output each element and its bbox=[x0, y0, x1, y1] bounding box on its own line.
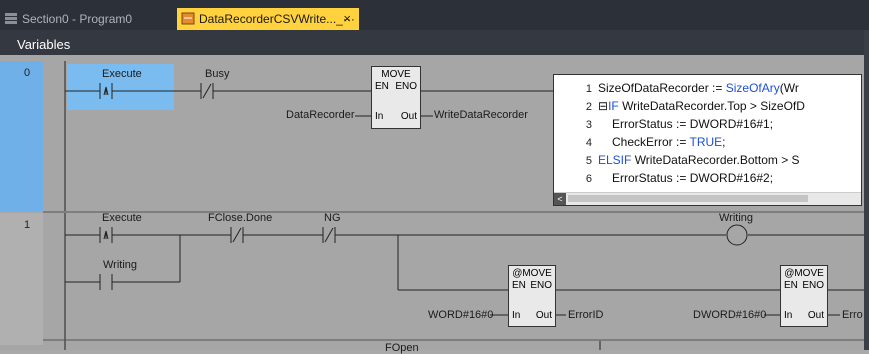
code-text: ErrorStatus := DWORD#16#1; bbox=[612, 117, 774, 131]
move-output-variable[interactable]: Erro bbox=[842, 309, 863, 321]
contact-busy-label: Busy bbox=[205, 68, 230, 80]
contact-execute-label: Execute bbox=[102, 68, 142, 80]
contact-execute[interactable] bbox=[96, 225, 116, 245]
next-rung-label: FOpen bbox=[385, 342, 419, 354]
code-text: ; bbox=[722, 135, 726, 149]
function-block-icon bbox=[181, 12, 195, 25]
out-pin: Out bbox=[535, 310, 552, 321]
code-keyword: TRUE bbox=[689, 135, 723, 149]
contact-execute-label: Execute bbox=[102, 212, 142, 224]
line-number: 1 bbox=[585, 83, 592, 95]
line-number: 4 bbox=[585, 137, 592, 149]
tab-datarecordercsvwrite[interactable]: DataRecorderCSVWrite..._··· × bbox=[177, 8, 359, 30]
contact-ng-label: NG bbox=[324, 212, 341, 224]
eno-pin: ENO bbox=[802, 280, 824, 291]
line-number: 5 bbox=[585, 155, 592, 167]
inline-st-editor[interactable]: 1 SizeOfDataRecorder := SizeOfAry(Wr 2 ⊟IF… bbox=[553, 74, 862, 206]
move-block-errorid[interactable]: @MOVE EN ENO In Out bbox=[508, 265, 556, 327]
in-pin: In bbox=[512, 310, 521, 321]
move-input-variable[interactable]: DWORD#16#0 bbox=[693, 309, 766, 321]
code-keyword: SizeOfAry bbox=[725, 81, 780, 95]
move-output-variable[interactable]: ErrorID bbox=[568, 309, 603, 321]
contact-fclose-done-label: FClose.Done bbox=[208, 212, 273, 224]
eno-pin: ENO bbox=[395, 81, 417, 92]
out-pin: Out bbox=[807, 310, 824, 321]
scroll-left-icon[interactable]: < bbox=[554, 193, 566, 205]
code-keyword: IF bbox=[608, 99, 619, 113]
line-number: 3 bbox=[585, 119, 592, 131]
variables-label: Variables bbox=[17, 37, 71, 52]
move-input-variable[interactable]: WORD#16#0 bbox=[428, 309, 493, 321]
program-icon bbox=[5, 13, 17, 24]
code-text: CheckError := bbox=[612, 135, 690, 149]
st-line: 6 ErrorStatus := DWORD#16#2; bbox=[562, 170, 805, 188]
contact-writing[interactable] bbox=[96, 272, 116, 292]
code-text: WriteDataRecorder.Top > SizeOfD bbox=[618, 99, 805, 113]
editor-tab-bar: Section0 - Program0 DataRecorderCSVWrite… bbox=[0, 0, 869, 30]
collapse-icon[interactable]: ⊟ bbox=[598, 99, 608, 113]
code-text: (Wr bbox=[779, 81, 799, 95]
block-title: @MOVE bbox=[784, 268, 824, 279]
code-text: ErrorStatus := DWORD#16#2; bbox=[612, 171, 774, 185]
contact-ng[interactable] bbox=[319, 225, 339, 245]
contact-fclose-done[interactable] bbox=[227, 225, 247, 245]
st-line: 1 SizeOfDataRecorder := SizeOfAry(Wr bbox=[562, 80, 805, 98]
tab-section0-program0[interactable]: Section0 - Program0 bbox=[0, 8, 172, 30]
variables-panel-header[interactable]: Variables bbox=[0, 30, 864, 55]
move-block[interactable]: MOVE EN ENO In Out bbox=[371, 66, 421, 129]
out-pin: Out bbox=[400, 111, 417, 122]
horizontal-scrollbar[interactable]: < bbox=[554, 192, 861, 205]
st-code: 1 SizeOfDataRecorder := SizeOfAry(Wr 2 ⊟IF… bbox=[562, 80, 805, 188]
in-pin: In bbox=[784, 310, 793, 321]
line-number: 6 bbox=[585, 173, 592, 185]
move-input-variable[interactable]: DataRecorder bbox=[286, 109, 354, 121]
move-block-errorstatus[interactable]: @MOVE EN ENO In Out bbox=[780, 265, 828, 327]
tab-label: DataRecorderCSVWrite..._··· bbox=[199, 12, 355, 26]
code-text: SizeOfDataRecorder := bbox=[598, 81, 726, 95]
line-number: 2 bbox=[585, 101, 592, 113]
st-line: 3 ErrorStatus := DWORD#16#1; bbox=[562, 116, 805, 134]
code-keyword: ELSIF bbox=[598, 153, 632, 167]
eno-pin: ENO bbox=[530, 280, 552, 291]
code-text: WriteDataRecorder.Bottom > S bbox=[631, 153, 800, 167]
en-pin: EN bbox=[784, 280, 798, 291]
en-pin: EN bbox=[375, 81, 389, 92]
contact-execute[interactable] bbox=[96, 81, 116, 101]
block-title: MOVE bbox=[381, 69, 411, 80]
contact-busy[interactable] bbox=[197, 81, 217, 101]
st-line: 5 ELSIF WriteDataRecorder.Bottom > S bbox=[562, 152, 805, 170]
move-output-variable[interactable]: WriteDataRecorder bbox=[434, 109, 528, 121]
in-pin: In bbox=[375, 111, 384, 122]
st-line: 4 CheckError := TRUE; bbox=[562, 134, 805, 152]
coil-writing[interactable] bbox=[725, 223, 749, 247]
tab-label: Section0 - Program0 bbox=[22, 12, 133, 26]
scroll-thumb[interactable] bbox=[568, 195, 808, 202]
contact-writing-label: Writing bbox=[103, 259, 138, 271]
en-pin: EN bbox=[512, 280, 526, 291]
close-icon[interactable]: × bbox=[343, 8, 351, 30]
block-title: @MOVE bbox=[512, 268, 552, 279]
st-line: 2 ⊟IF WriteDataRecorder.Top > SizeOfD bbox=[562, 98, 805, 116]
